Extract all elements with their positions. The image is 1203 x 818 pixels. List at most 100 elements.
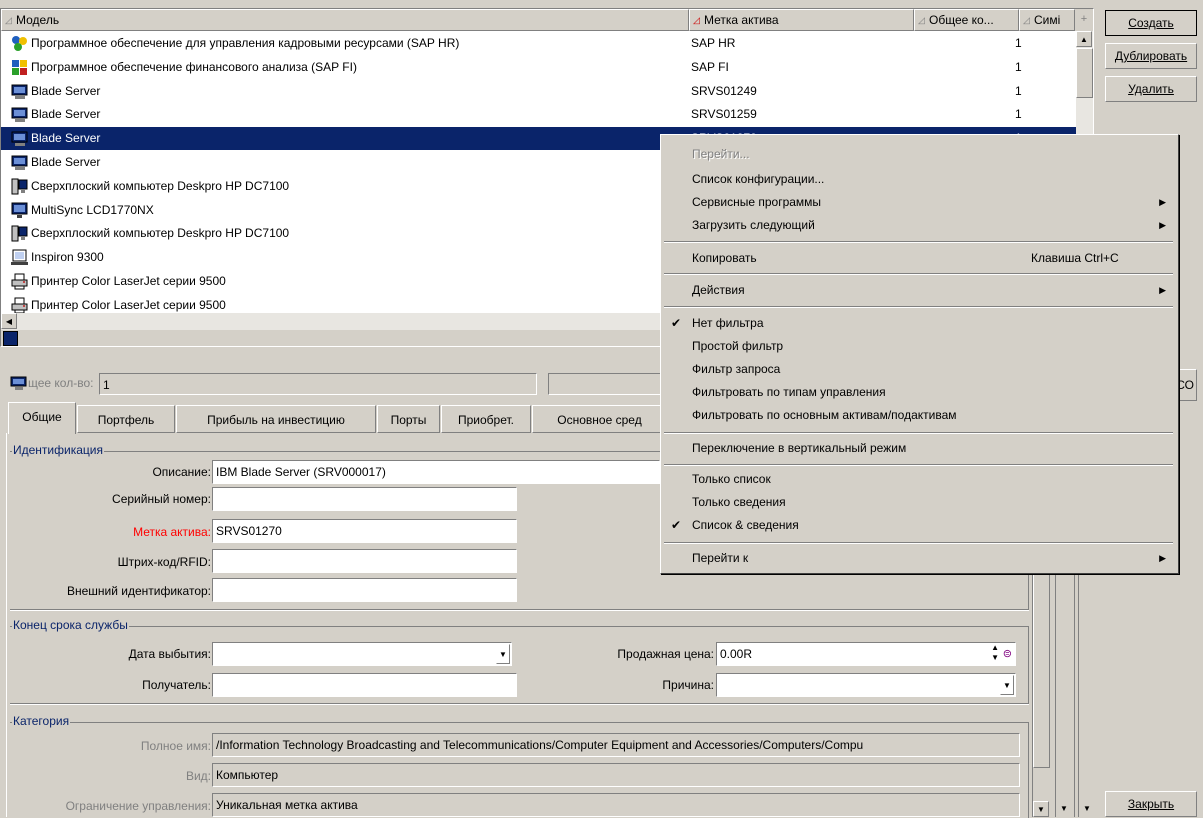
barcode-field[interactable] xyxy=(212,549,517,573)
tab[interactable]: Приобрет. xyxy=(441,405,531,433)
menu-item-no-filter[interactable]: ✔ Нет фильтра xyxy=(661,312,1176,335)
description-label: Описание: xyxy=(152,465,211,479)
scroll-left-icon[interactable]: ◀ xyxy=(1,313,17,329)
panel-scroll-thumb[interactable] xyxy=(1033,573,1050,768)
column-header-model[interactable]: ◿ Модель xyxy=(1,9,689,31)
menu-separator xyxy=(664,542,1173,544)
create-button[interactable]: Создать xyxy=(1105,10,1197,36)
dropdown-arrow-icon[interactable]: ▼ xyxy=(496,644,510,664)
table-row[interactable]: Blade Server SRVS01259 1 xyxy=(1,103,1077,126)
full-name-label: Полное имя: xyxy=(140,739,211,753)
category-title: Категория xyxy=(12,714,71,728)
menu-separator xyxy=(664,241,1173,243)
menu-item-filter-main-sub[interactable]: Фильтровать по основным активам/подактив… xyxy=(661,404,1176,427)
menu-item-details-only[interactable]: Только сведения xyxy=(661,491,1176,514)
reason-field[interactable]: ▼ xyxy=(716,673,1016,697)
column-header-symbol[interactable]: ◿ Симі xyxy=(1019,9,1075,31)
table-row[interactable]: Программное обеспечение финансового анал… xyxy=(1,56,1077,79)
submenu-arrow-icon: ▶ xyxy=(1159,553,1166,563)
spinner-icon[interactable]: ▲ ▼ xyxy=(991,643,999,663)
menu-item-config-list[interactable]: Список конфигурации... xyxy=(661,168,1176,191)
column-header-asset-tag[interactable]: ◿ Метка актива xyxy=(689,9,914,31)
menu-item-filter-mgmt-types[interactable]: Фильтровать по типам управления xyxy=(661,381,1176,404)
checkmark-icon: ✔ xyxy=(671,518,682,532)
menu-item-go-to[interactable]: Перейти к ▶ xyxy=(661,547,1176,570)
menu-separator xyxy=(664,432,1173,434)
scroll-down-icon[interactable]: ▼ xyxy=(1056,801,1072,817)
model-cell: Blade Server xyxy=(31,155,101,169)
side-strip-a: ▼ xyxy=(1055,573,1075,817)
model-cell: Inspiron 9300 xyxy=(31,250,104,265)
scroll-down-icon[interactable]: ▼ xyxy=(1079,801,1095,817)
currency-icon[interactable]: ⊜ xyxy=(1003,643,1012,665)
menu-separator xyxy=(664,273,1173,275)
asset-tag-cell: SAP HR xyxy=(691,36,736,50)
desktop-computer-icon xyxy=(11,178,28,195)
submenu-arrow-icon: ▶ xyxy=(1159,197,1166,207)
submenu-arrow-icon: ▶ xyxy=(1159,220,1166,230)
submenu-arrow-icon: ▶ xyxy=(1159,285,1166,295)
context-menu: Перейти... Список конфигурации... Сервис… xyxy=(660,134,1179,574)
menu-item-list-and-details[interactable]: ✔ Список & сведения xyxy=(661,514,1176,537)
external-id-label: Внешний идентификатор: xyxy=(66,584,211,598)
identification-title: Идентификация xyxy=(12,443,104,457)
asset-tag-cell: SRVS01259 xyxy=(691,107,757,122)
panel-scrollbar[interactable]: ▼ xyxy=(1032,573,1051,817)
menu-item-service-programs[interactable]: Сервисные программы ▶ xyxy=(661,191,1176,214)
table-row[interactable]: Blade Server SRVS01249 1 xyxy=(1,80,1077,103)
close-button[interactable]: Закрыть xyxy=(1105,791,1197,817)
side-strip-b: ▼ xyxy=(1078,573,1097,817)
model-cell: Сверхплоский компьютер Deskpro HP DC7100 xyxy=(31,178,290,193)
model-cell: Blade Server xyxy=(31,107,101,122)
external-id-field[interactable] xyxy=(212,578,517,602)
menu-item-goto: Перейти... xyxy=(692,147,750,161)
server-icon xyxy=(11,106,28,123)
delete-button[interactable]: Удалить xyxy=(1105,76,1197,102)
column-chooser-icon[interactable]: + xyxy=(1075,9,1093,31)
laptop-icon xyxy=(11,249,28,266)
tab[interactable]: Основное сред xyxy=(532,405,667,433)
server-icon xyxy=(11,83,28,100)
model-cell: Принтер Color LaserJet серии 9500 xyxy=(31,274,226,288)
menu-item-copy[interactable]: Копировать Клавиша Ctrl+C xyxy=(661,247,1176,270)
asset-tag-field[interactable]: SRVS01270 xyxy=(212,519,517,543)
recipient-field[interactable] xyxy=(212,673,517,697)
copy-shortcut: Клавиша Ctrl+C xyxy=(1031,251,1119,265)
menu-item-query-filter[interactable]: Фильтр запроса xyxy=(661,358,1176,381)
serial-number-field[interactable] xyxy=(212,487,517,511)
kind-field: Компьютер xyxy=(212,763,1020,787)
asset-tag-cell: SRVS01249 xyxy=(691,83,757,98)
menu-item-list-only[interactable]: Только список xyxy=(661,468,1176,491)
restriction-field: Уникальная метка актива xyxy=(212,793,1020,817)
restriction-label: Ограничение управления: xyxy=(65,799,211,813)
qty-cell: 1 xyxy=(1015,83,1022,98)
tab[interactable]: Порты xyxy=(377,405,440,433)
sale-price-label: Продажная цена: xyxy=(617,647,714,661)
scroll-up-icon[interactable]: ▲ xyxy=(1076,31,1092,47)
description-field[interactable]: IBM Blade Server (SRV000017) xyxy=(212,460,660,484)
scroll-thumb[interactable] xyxy=(1076,48,1093,98)
barcode-label: Штрих-код/RFID: xyxy=(117,555,211,569)
tab[interactable]: Прибыль на инвестицию xyxy=(176,405,376,433)
calculator-icon[interactable] xyxy=(3,331,18,346)
tab[interactable]: Портфель xyxy=(77,405,175,433)
asset-tag-label: Метка актива: xyxy=(133,525,211,539)
sale-price-field[interactable]: 0.00R ▲ ▼ ⊜ xyxy=(716,642,1016,666)
qty-cell: 1 xyxy=(1015,36,1022,50)
menu-item-load-next[interactable]: Загрузить следующий ▶ xyxy=(661,214,1176,237)
tab[interactable]: Общие xyxy=(8,402,76,434)
duplicate-button[interactable]: Дублировать xyxy=(1105,43,1197,69)
menu-item-simple-filter[interactable]: Простой фильтр xyxy=(661,335,1176,358)
model-cell: Сверхплоский компьютер Deskpro HP DC7100 xyxy=(31,226,290,241)
menu-item-actions[interactable]: Действия ▶ xyxy=(661,279,1176,302)
table-row[interactable]: Программное обеспечение для управления к… xyxy=(1,32,1077,55)
disposal-date-field[interactable]: ▼ xyxy=(212,642,512,666)
software-hr-icon xyxy=(11,35,28,52)
scroll-down-icon[interactable]: ▼ xyxy=(1033,801,1049,817)
monitor-icon xyxy=(11,202,28,219)
menu-item-vertical-mode[interactable]: Переключение в вертикальный режим xyxy=(661,437,1176,460)
column-header-total-qty[interactable]: ◿ Общее ко... xyxy=(914,9,1019,31)
model-cell: Программное обеспечение финансового анал… xyxy=(31,59,357,74)
qty-cell: 1 xyxy=(1015,107,1022,122)
dropdown-arrow-icon[interactable]: ▼ xyxy=(1000,675,1014,695)
